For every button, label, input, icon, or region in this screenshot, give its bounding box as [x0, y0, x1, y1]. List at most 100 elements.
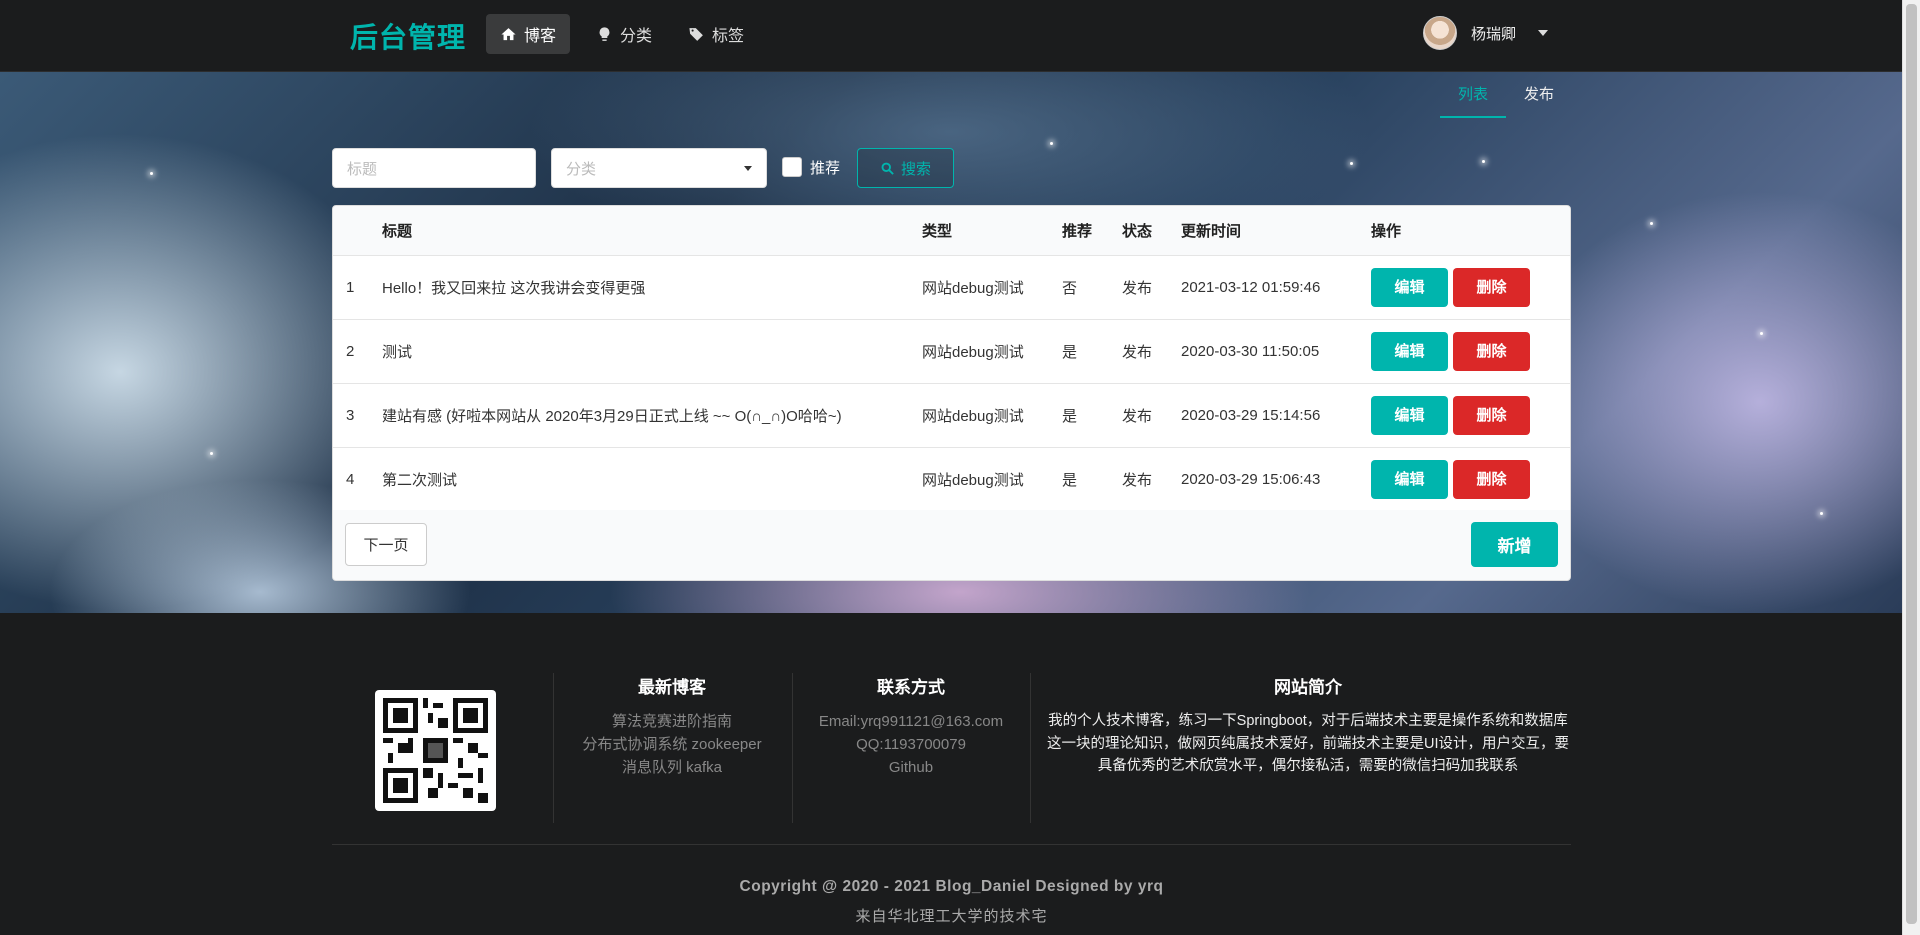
delete-button[interactable]: 删除 [1453, 396, 1530, 435]
footer-subline: 来自华北理工大学的技术宅 [855, 908, 1048, 925]
sub-tabs: 列表 发布 [1440, 84, 1572, 118]
star-sparkle [1482, 160, 1485, 163]
table-row: 4 第二次测试 网站debug测试 是 发布 2020-03-29 15:06:… [333, 447, 1570, 512]
row-type: 网站debug测试 [922, 383, 1062, 448]
star-sparkle [210, 452, 213, 455]
next-page-button[interactable]: 下一页 [345, 523, 427, 566]
star-sparkle [1050, 142, 1053, 145]
row-title: 第二次测试 [382, 447, 922, 512]
contact-title: 联系方式 [877, 678, 945, 697]
row-time: 2020-03-29 15:14:56 [1181, 383, 1371, 448]
row-status: 发布 [1122, 383, 1181, 448]
footer-divider [332, 844, 1571, 845]
edit-button[interactable]: 编辑 [1371, 332, 1448, 371]
edit-button[interactable]: 编辑 [1371, 268, 1448, 307]
col-index [333, 206, 382, 256]
dropdown-icon [744, 166, 752, 171]
wechat-qr-code [375, 690, 496, 811]
title-input[interactable]: 标题 [332, 148, 536, 188]
recommend-label: 推荐 [810, 160, 841, 177]
nav-item-label: 分类 [620, 28, 653, 45]
row-actions: 编辑 删除 [1371, 319, 1570, 384]
table-row: 3 建站有感 (好啦本网站从 2020年3月29日正式上线 ~~ O(∩_∩)O… [333, 383, 1570, 448]
latest-blog-link[interactable]: 分布式协调系统 zookeeper [553, 733, 791, 756]
row-status: 发布 [1122, 255, 1181, 320]
site-intro-title: 网站简介 [1274, 678, 1342, 697]
divider [1030, 673, 1031, 823]
contact-qq: QQ:1193700079 [856, 736, 966, 753]
row-index: 3 [333, 383, 382, 448]
col-updated: 更新时间 [1181, 206, 1371, 256]
blog-table: 标题 类型 推荐 状态 更新时间 操作 1 Hello！我又回来拉 这次我讲会变… [332, 205, 1571, 581]
latest-blog-link[interactable]: 消息队列 kafka [553, 756, 791, 779]
latest-blog-link[interactable]: 算法竞赛进阶指南 [553, 710, 791, 733]
row-time: 2020-03-29 15:06:43 [1181, 447, 1371, 512]
delete-button[interactable]: 删除 [1453, 460, 1530, 499]
caret-down-icon [1538, 30, 1549, 36]
nav-item-blog[interactable]: 博客 [486, 14, 571, 54]
table-row: 1 Hello！我又回来拉 这次我讲会变得更强 网站debug测试 否 发布 2… [333, 255, 1570, 320]
qr-code-icon [383, 698, 488, 803]
contact-email: Email:yrq991121@163.com [818, 713, 1004, 730]
tab-list[interactable]: 列表 [1440, 84, 1506, 118]
brand-logo[interactable]: 后台管理 [350, 16, 466, 56]
row-status: 发布 [1122, 319, 1181, 384]
table-row: 2 测试 网站debug测试 是 发布 2020-03-30 11:50:05 … [333, 319, 1570, 384]
row-type: 网站debug测试 [922, 319, 1062, 384]
star-sparkle [1820, 512, 1823, 515]
row-status: 发布 [1122, 447, 1181, 512]
tags-icon [689, 27, 703, 41]
star-sparkle [1650, 222, 1653, 225]
row-recommend: 是 [1062, 447, 1122, 512]
latest-blogs: 最新博客 算法竞赛进阶指南 分布式协调系统 zookeeper 消息队列 kaf… [553, 673, 791, 779]
col-recommend: 推荐 [1062, 206, 1122, 256]
nav-item-category[interactable]: 分类 [582, 14, 666, 54]
top-navbar: 后台管理 博客 分类 标签 杨瑞卿 [0, 0, 1903, 72]
edit-button[interactable]: 编辑 [1371, 460, 1448, 499]
row-index: 2 [333, 319, 382, 384]
row-title: Hello！我又回来拉 这次我讲会变得更强 [382, 255, 922, 320]
vertical-scrollbar[interactable] [1902, 0, 1920, 935]
contact-github[interactable]: Github [792, 756, 1030, 779]
search-button[interactable]: 搜索 [857, 148, 954, 188]
scrollbar-thumb[interactable] [1906, 4, 1917, 924]
site-footer: 最新博客 算法竞赛进阶指南 分布式协调系统 zookeeper 消息队列 kaf… [0, 613, 1903, 935]
row-time: 2021-03-12 01:59:46 [1181, 255, 1371, 320]
edit-button[interactable]: 编辑 [1371, 396, 1448, 435]
contact-info: 联系方式 Email:yrq991121@163.com QQ:11937000… [792, 673, 1030, 779]
site-intro-text: 我的个人技术博客，练习一下Springboot，对于后端技术主要是操作系统和数据… [1047, 713, 1569, 774]
category-select[interactable]: 分类 [551, 148, 767, 188]
row-type: 网站debug测试 [922, 447, 1062, 512]
search-icon [881, 162, 894, 175]
row-index: 1 [333, 255, 382, 320]
category-placeholder: 分类 [566, 160, 597, 178]
user-menu[interactable]: 杨瑞卿 [1423, 16, 1549, 50]
col-actions: 操作 [1371, 206, 1570, 256]
col-title: 标题 [382, 206, 922, 256]
row-title: 测试 [382, 319, 922, 384]
star-sparkle [1350, 162, 1353, 165]
lightbulb-icon [599, 26, 610, 41]
latest-blogs-title: 最新博客 [638, 678, 706, 697]
delete-button[interactable]: 删除 [1453, 268, 1530, 307]
nav-item-tags[interactable]: 标签 [674, 14, 758, 54]
table-header-row: 标题 类型 推荐 状态 更新时间 操作 [333, 206, 1570, 256]
row-recommend: 否 [1062, 255, 1122, 320]
recommend-checkbox[interactable] [782, 157, 802, 177]
search-button-label: 搜索 [900, 160, 931, 178]
row-recommend: 是 [1062, 319, 1122, 384]
home-icon [501, 27, 516, 40]
nav-item-label: 博客 [524, 28, 557, 45]
add-blog-button[interactable]: 新增 [1471, 522, 1558, 567]
user-name: 杨瑞卿 [1471, 25, 1517, 43]
star-sparkle [1760, 332, 1763, 335]
site-intro: 网站简介 我的个人技术博客，练习一下Springboot，对于后端技术主要是操作… [1043, 673, 1573, 778]
row-actions: 编辑 删除 [1371, 255, 1570, 320]
col-status: 状态 [1122, 206, 1181, 256]
table-footer: 下一页 新增 [333, 510, 1570, 580]
row-time: 2020-03-30 11:50:05 [1181, 319, 1371, 384]
delete-button[interactable]: 删除 [1453, 332, 1530, 371]
row-recommend: 是 [1062, 383, 1122, 448]
tab-publish[interactable]: 发布 [1506, 84, 1572, 116]
row-title: 建站有感 (好啦本网站从 2020年3月29日正式上线 ~~ O(∩_∩)O哈哈… [382, 383, 922, 448]
